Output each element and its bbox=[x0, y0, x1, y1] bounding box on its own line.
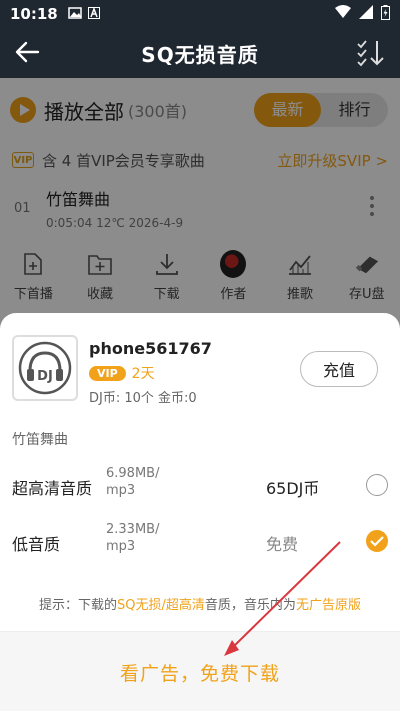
wifi-icon bbox=[335, 5, 351, 23]
quality-name: 超高清音质 bbox=[12, 479, 93, 498]
vip-days: 2天 bbox=[131, 366, 155, 382]
vip-status: VIP 2天 bbox=[89, 363, 155, 383]
quality-price: 65DJ币 bbox=[266, 479, 320, 498]
watch-ad-download-button[interactable]: 看广告，免费下载 bbox=[0, 632, 400, 711]
quality-size: 2.33MB/mp3 bbox=[106, 522, 160, 554]
user-info: DJ phone561767 VIP 2天 DJ币: 10个 金币:0 充值 bbox=[12, 335, 388, 409]
app-bar: SQ无损音质 bbox=[0, 28, 400, 78]
dj-logo-icon: DJ bbox=[12, 335, 78, 401]
quality-size: 6.98MB/mp3 bbox=[106, 466, 160, 498]
battery-icon bbox=[381, 4, 390, 24]
sheet-song-title: 竹笛舞曲 bbox=[12, 432, 68, 448]
quality-option-hq[interactable]: 超高清音质 6.98MB/mp3 65DJ币 bbox=[0, 459, 400, 515]
page-title: SQ无损音质 bbox=[141, 42, 259, 67]
status-time: 10:18 bbox=[10, 5, 58, 23]
radio-unchecked-icon[interactable] bbox=[366, 474, 388, 496]
quality-price: 免费 bbox=[266, 535, 299, 554]
coin-balance: DJ币: 10个 金币:0 bbox=[89, 391, 197, 406]
quality-option-low[interactable]: 低音质 2.33MB/mp3 免费 bbox=[0, 515, 400, 571]
radio-checked-icon[interactable] bbox=[366, 530, 388, 552]
image-icon bbox=[68, 6, 82, 22]
username: phone561767 bbox=[89, 339, 212, 358]
recharge-button[interactable]: 充值 bbox=[300, 351, 378, 387]
signal-icon bbox=[359, 5, 373, 23]
app-a-icon bbox=[87, 6, 100, 22]
logo-text: DJ bbox=[37, 369, 53, 384]
cta-area: 看广告，免费下载 bbox=[0, 631, 400, 711]
back-arrow-icon[interactable] bbox=[14, 38, 42, 66]
download-sheet: DJ phone561767 VIP 2天 DJ币: 10个 金币:0 充值 竹… bbox=[0, 313, 400, 711]
download-tip: 提示：下载的SQ无损/超高清音质，音乐内为无广告原版 bbox=[39, 598, 361, 613]
sort-icon[interactable] bbox=[356, 38, 386, 68]
quality-name: 低音质 bbox=[12, 535, 61, 554]
vip-badge: VIP bbox=[89, 365, 126, 381]
status-bar: 10:18 bbox=[0, 0, 400, 28]
